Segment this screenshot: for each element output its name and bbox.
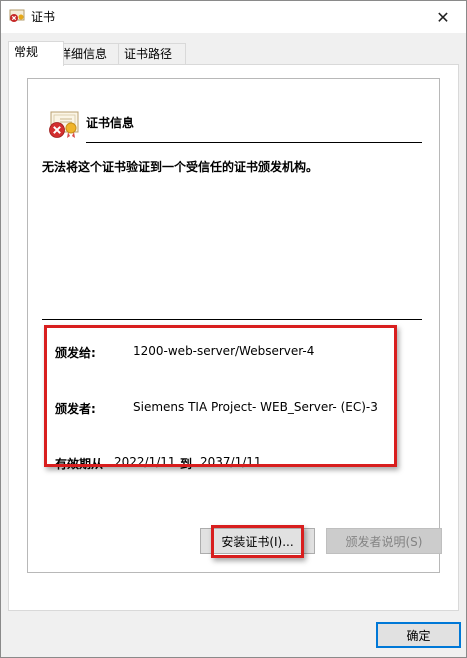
button-label: 确定 [406, 629, 431, 643]
issued-by-label: 颁发者: [55, 402, 96, 416]
button-label: 安装证书(I)... [221, 535, 294, 549]
tab-label: 常规 [14, 45, 39, 59]
issued-to-label: 颁发给: [55, 346, 96, 360]
valid-to-label: 到 [180, 457, 193, 471]
issued-by-value: Siemens TIA Project- WEB_Server- (EC)-3 [133, 400, 378, 414]
issuer-statement-button[interactable]: 颁发者说明(S) [326, 528, 442, 554]
certificate-info-box: 证书信息 无法将这个证书验证到一个受信任的证书颁发机构。 颁发给: 1200-w… [27, 78, 440, 573]
valid-to-value: 2037/1/11 [200, 455, 262, 469]
valid-from-value: 2022/1/11 [114, 455, 176, 469]
window-title: 证书 [31, 10, 56, 24]
close-button[interactable]: ✕ [420, 1, 466, 33]
tab-general[interactable]: 常规 [8, 41, 64, 66]
button-label: 颁发者说明(S) [345, 535, 423, 549]
issued-to-value: 1200-web-server/Webserver-4 [133, 344, 315, 358]
certificate-info-heading: 证书信息 [86, 116, 135, 130]
divider [42, 319, 422, 320]
install-certificate-button[interactable]: 安装证书(I)... [200, 528, 315, 554]
certificate-dialog: 证书 ✕ 常规 详细信息 证书路径 证书信息 无法将这个证书验证到一个受信任的证… [0, 0, 467, 658]
ok-button[interactable]: 确定 [376, 622, 461, 648]
untrusted-warning-text: 无法将这个证书验证到一个受信任的证书颁发机构。 [42, 160, 319, 174]
tab-label: 详细信息 [59, 47, 108, 61]
valid-from-label: 有效期从 [55, 457, 104, 471]
certificate-error-icon [49, 111, 79, 138]
tab-label: 证书路径 [124, 47, 173, 61]
title-bar: 证书 ✕ [1, 1, 466, 33]
tab-certification-path[interactable]: 证书路径 [118, 43, 186, 64]
general-tab-panel: 证书信息 无法将这个证书验证到一个受信任的证书颁发机构。 颁发给: 1200-w… [8, 64, 459, 611]
divider [86, 142, 422, 143]
close-icon: ✕ [436, 7, 450, 27]
certificate-error-icon [9, 9, 25, 22]
